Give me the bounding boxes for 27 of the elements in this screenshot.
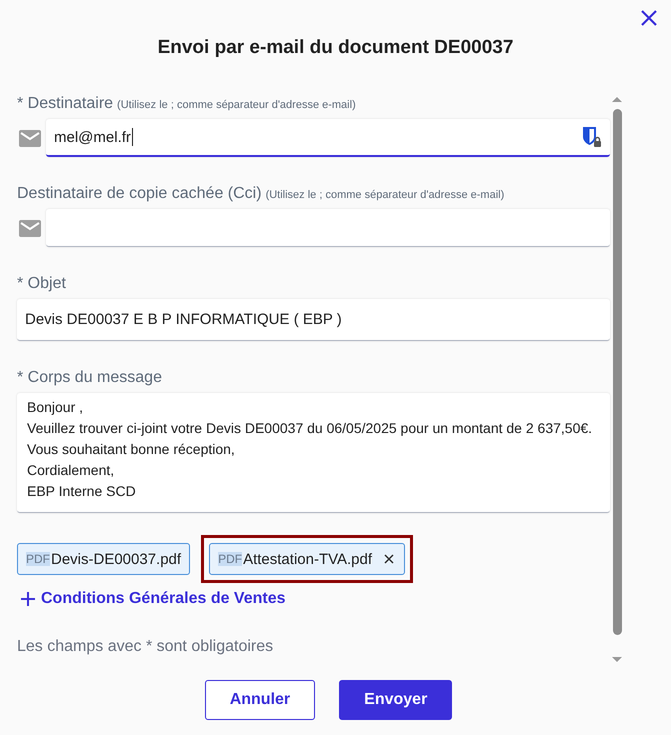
cancel-button[interactable]: Annuler — [204, 680, 316, 720]
required-note: Les champs avec * sont obligatoires — [17, 638, 274, 656]
field-label: * Corps du message — [17, 369, 162, 387]
input-field[interactable]: Devis DE00037 E B P INFORMATIQUE ( EBP ) — [17, 299, 610, 341]
remove-button[interactable] — [382, 552, 396, 566]
file-name: Devis-DE00037.pdf — [51, 550, 182, 568]
add-conditions-link[interactable]: Conditions Générales de Ventes — [21, 590, 286, 608]
mail-icon — [19, 130, 41, 146]
attachment-chip[interactable]: PDF Devis-DE00037.pdf — [17, 543, 190, 575]
field-label: * Destinataire — [17, 95, 114, 113]
dialog-title: Envoi par e-mail du document DE00037 — [158, 36, 514, 58]
file-type-tag: PDF — [26, 552, 50, 566]
field-hint: (Utilisez le ; comme séparateur d'adresse e-mail) — [266, 189, 504, 201]
close-icon — [640, 9, 658, 27]
field-label: Destinataire de copie cachée (Cci) — [17, 185, 262, 203]
input-field[interactable] — [46, 209, 610, 247]
field-hint: (Utilisez le ; comme séparateur d'adresse e-mail) — [117, 99, 356, 111]
file-name: Attestation-TVA.pdf — [243, 550, 372, 568]
input-field[interactable]: mel@mel.fr — [46, 119, 610, 157]
plus-icon — [21, 592, 35, 606]
file-type-tag: PDF — [218, 552, 242, 566]
field-label: * Objet — [17, 275, 66, 293]
message-body-field[interactable]: Bonjour , Veuillez trouver ci-joint votre Devis DE00037 du 06/05/2025 pour un montant de 2 637,50€. Vous souhaitant bonne réception, Cordialement, EBP Interne SCD — [17, 393, 610, 513]
close-icon — [384, 554, 394, 564]
mail-icon — [19, 220, 41, 236]
attachment-chip[interactable]: PDFAttestation-TVA.pdf — [209, 543, 406, 575]
send-button[interactable]: Envoyer — [339, 680, 452, 720]
